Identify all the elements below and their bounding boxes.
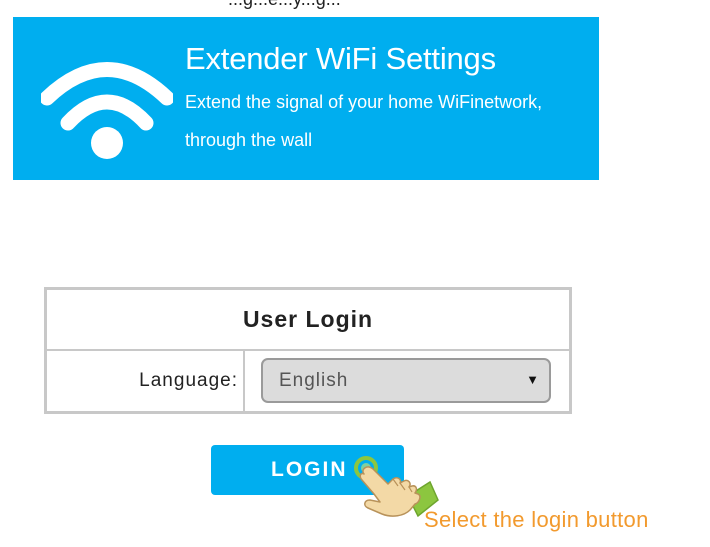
banner-subtitle-continued: through the wall — [185, 130, 313, 150]
banner-subtitle: Extend the signal of your home WiFinetwo… — [185, 92, 543, 112]
user-login-panel: User Login Language: English ▼ — [44, 287, 572, 414]
cropped-header-text: ...g...e...y...g... — [228, 0, 341, 10]
banner-title: Extender WiFi Settings — [185, 41, 496, 76]
language-selected-value: English — [279, 370, 349, 391]
table-divider — [243, 351, 245, 411]
wifi-icon — [41, 62, 173, 159]
dropdown-arrow-icon: ▼ — [526, 372, 539, 387]
login-panel-title: User Login — [242, 306, 374, 332]
language-select[interactable]: English ▼ — [261, 358, 551, 403]
login-hint-text: Select the login button — [424, 507, 649, 532]
language-label: Language: — [139, 370, 238, 391]
extender-banner: Extender WiFi Settings Extend the signal… — [13, 17, 599, 180]
